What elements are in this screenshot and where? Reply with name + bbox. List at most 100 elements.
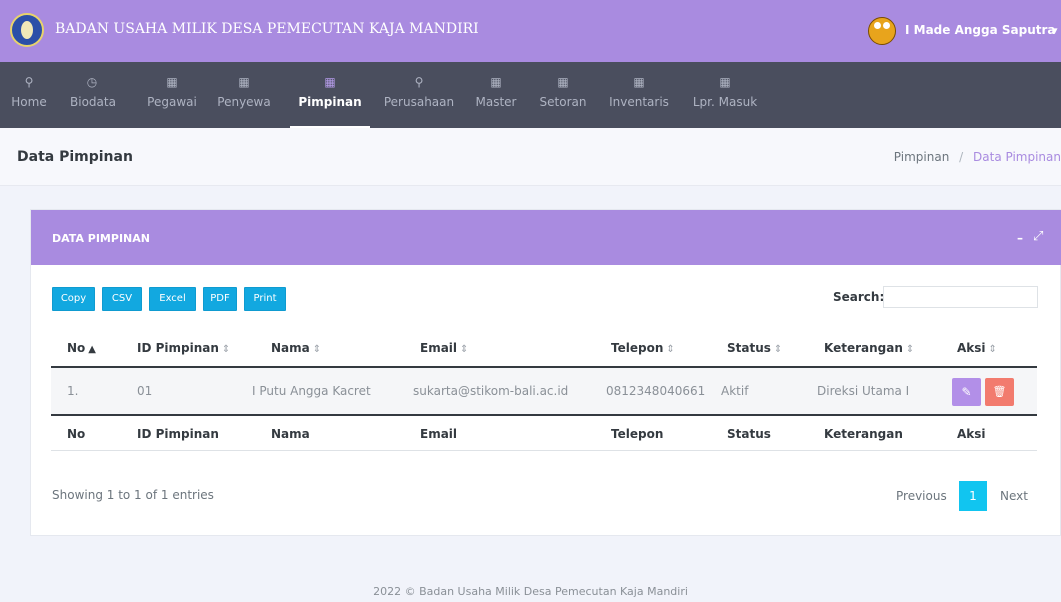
user-avatar-icon[interactable] <box>868 17 896 45</box>
column-header-label: Status <box>727 341 771 355</box>
sort-icon: ⇕ <box>312 344 322 355</box>
column-header-keterangan[interactable]: Keterangan ⇕ <box>824 341 914 355</box>
nav-item-biodata[interactable]: ◷ Biodata <box>70 62 116 128</box>
card-header: DATA PIMPINAN – ⤢ <box>31 210 1061 265</box>
sort-icon: ⇕ <box>666 344 675 355</box>
column-header-label: No <box>67 341 86 355</box>
cell-email: sukarta@stikom-bali.ac.id <box>413 384 569 398</box>
nav-item-inventaris[interactable]: ▦ Inventaris <box>606 62 672 128</box>
wrench-icon: ⚲ <box>24 75 34 89</box>
nav-label-lpr-masuk: Lpr. Masuk <box>692 95 758 109</box>
edit-button[interactable]: ✎ <box>952 378 981 406</box>
cell-telepon: 0812348040661 <box>606 384 706 398</box>
column-header-aksi[interactable]: Aksi ⇕ <box>957 341 997 355</box>
pdf-button[interactable]: PDF <box>203 287 237 311</box>
nav-label-pegawai: Pegawai <box>147 95 197 109</box>
chevron-down-icon[interactable]: ▾ <box>1052 24 1058 37</box>
nav-label-setoran: Setoran <box>539 95 587 109</box>
footer-column-email: Email <box>420 427 458 441</box>
print-button[interactable]: Print <box>244 287 286 311</box>
trash-icon: 🗑 <box>992 385 1007 398</box>
column-header-email[interactable]: Email ⇕ <box>420 341 468 355</box>
nav-item-lpr-masuk[interactable]: ▦ Lpr. Masuk <box>688 62 762 128</box>
column-header-label: Aksi <box>957 341 986 355</box>
pagination-previous[interactable]: Previous <box>896 489 947 503</box>
cell-no: 1. <box>67 384 79 398</box>
footer-column-nama: Nama <box>271 427 310 441</box>
sort-icon: ⇕ <box>221 344 231 355</box>
nav-label-pimpinan: Pimpinan <box>298 95 362 109</box>
top-bar: BADAN USAHA MILIK DESA PEMECUTAN KAJA MA… <box>0 0 1061 62</box>
bumdes-logo-icon[interactable] <box>10 13 44 47</box>
cell-id-pimpinan: 01 <box>137 384 153 398</box>
cell-keterangan: Direksi Utama I <box>817 384 910 398</box>
nav-label-penyewa: Penyewa <box>217 95 271 109</box>
sort-icon: ⇕ <box>773 344 783 355</box>
footer-column-no: No <box>67 427 86 441</box>
delete-button[interactable]: 🗑 <box>985 378 1014 406</box>
column-header-id-pimpinan[interactable]: ID Pimpinan ⇕ <box>137 341 230 355</box>
footer-column-keterangan: Keterangan <box>824 427 903 441</box>
breadcrumb-separator: / <box>959 150 964 164</box>
nav-item-penyewa[interactable]: ▦ Penyewa <box>214 62 274 128</box>
column-header-nama[interactable]: Nama ⇕ <box>271 341 321 355</box>
search-input[interactable] <box>883 286 1038 308</box>
cell-status: Aktif <box>721 384 749 398</box>
column-header-label: Keterangan <box>824 341 903 355</box>
nav-item-setoran[interactable]: ▦ Setoran <box>535 62 591 128</box>
nav-item-perusahaan[interactable]: ⚲ Perusahaan <box>380 62 458 128</box>
excel-button[interactable]: Excel <box>149 287 196 311</box>
footer-column-status: Status <box>727 427 771 441</box>
footer-column-aksi: Aksi <box>957 427 986 441</box>
column-header-telepon[interactable]: Telepon ⇕ <box>611 341 675 355</box>
column-header-no[interactable]: No ▲ <box>67 341 96 355</box>
column-header-status[interactable]: Status ⇕ <box>727 341 782 355</box>
cell-nama: I Putu Angga Kacret <box>252 384 371 398</box>
page-header: Data Pimpinan Pimpinan / Data Pimpinan <box>0 128 1061 186</box>
calendar-icon: ▦ <box>719 75 731 89</box>
pagination-next[interactable]: Next <box>1000 489 1028 503</box>
copy-button[interactable]: Copy <box>52 287 95 311</box>
nav-item-pimpinan[interactable]: ▦ Pimpinan <box>290 62 370 128</box>
breadcrumb-current: Data Pimpinan <box>973 150 1061 164</box>
main-nav: ⚲ Home ◷ Biodata ▦ Pegawai ▦ Penyewa ▦ P… <box>0 62 1061 128</box>
sort-icon: ⇕ <box>905 344 915 355</box>
nav-label-inventaris: Inventaris <box>609 95 669 109</box>
search-label: Search: <box>833 290 885 304</box>
csv-button[interactable]: CSV <box>102 287 142 311</box>
pencil-icon: ✎ <box>961 385 972 399</box>
card-title: DATA PIMPINAN <box>52 232 150 245</box>
breadcrumb: Pimpinan / Data Pimpinan <box>894 150 1061 164</box>
page-title: Data Pimpinan <box>17 149 133 165</box>
page-footer: 2022 © Badan Usaha Milik Desa Pemecutan … <box>373 585 688 598</box>
user-name[interactable]: I Made Angga Saputra <box>905 23 1056 37</box>
pagination-page-1[interactable]: 1 <box>959 481 987 511</box>
sort-asc-icon: ▲ <box>88 344 96 355</box>
calendar-icon: ▦ <box>166 75 178 89</box>
footer-column-telepon: Telepon <box>611 427 664 441</box>
column-header-label: Email <box>420 341 458 355</box>
nav-label-biodata: Biodata <box>70 95 116 109</box>
sort-icon: ⇕ <box>988 344 997 355</box>
nav-item-home[interactable]: ⚲ Home <box>11 62 47 128</box>
table-bottom-border <box>51 450 1037 451</box>
expand-icon[interactable]: ⤢ <box>1033 229 1043 244</box>
entries-info: Showing 1 to 1 of 1 entries <box>52 488 214 502</box>
nav-label-home: Home <box>11 95 47 109</box>
sort-icon: ⇕ <box>460 344 469 355</box>
table-footer-divider <box>51 414 1037 416</box>
calendar-icon: ▦ <box>490 75 502 89</box>
calendar-icon: ▦ <box>324 75 336 89</box>
calendar-icon: ▦ <box>238 75 250 89</box>
footer-column-id-pimpinan: ID Pimpinan <box>137 427 219 441</box>
wrench-icon: ⚲ <box>414 75 424 89</box>
nav-item-master[interactable]: ▦ Master <box>470 62 522 128</box>
calendar-icon: ▦ <box>633 75 645 89</box>
minus-icon[interactable]: – <box>1017 231 1023 245</box>
column-header-label: Nama <box>271 341 310 355</box>
breadcrumb-parent[interactable]: Pimpinan <box>894 150 950 164</box>
nav-label-perusahaan: Perusahaan <box>383 95 455 109</box>
nav-item-pegawai[interactable]: ▦ Pegawai <box>145 62 199 128</box>
app-title: BADAN USAHA MILIK DESA PEMECUTAN KAJA MA… <box>55 21 479 37</box>
nav-label-master: Master <box>475 95 517 109</box>
